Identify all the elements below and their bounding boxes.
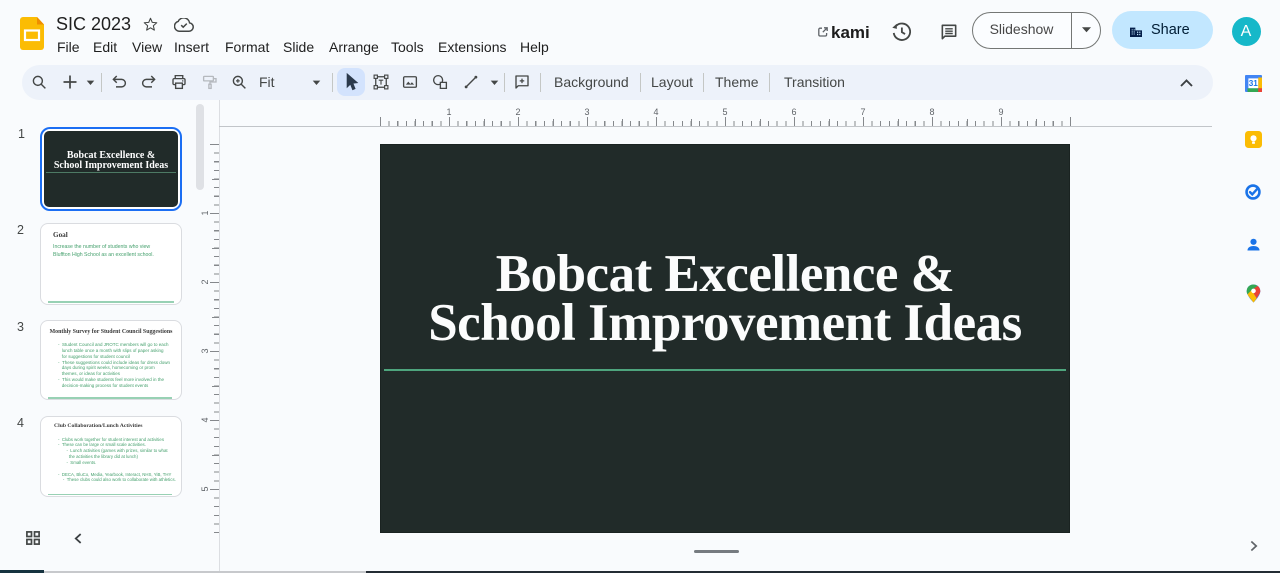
svg-text:31: 31 bbox=[1249, 79, 1259, 88]
